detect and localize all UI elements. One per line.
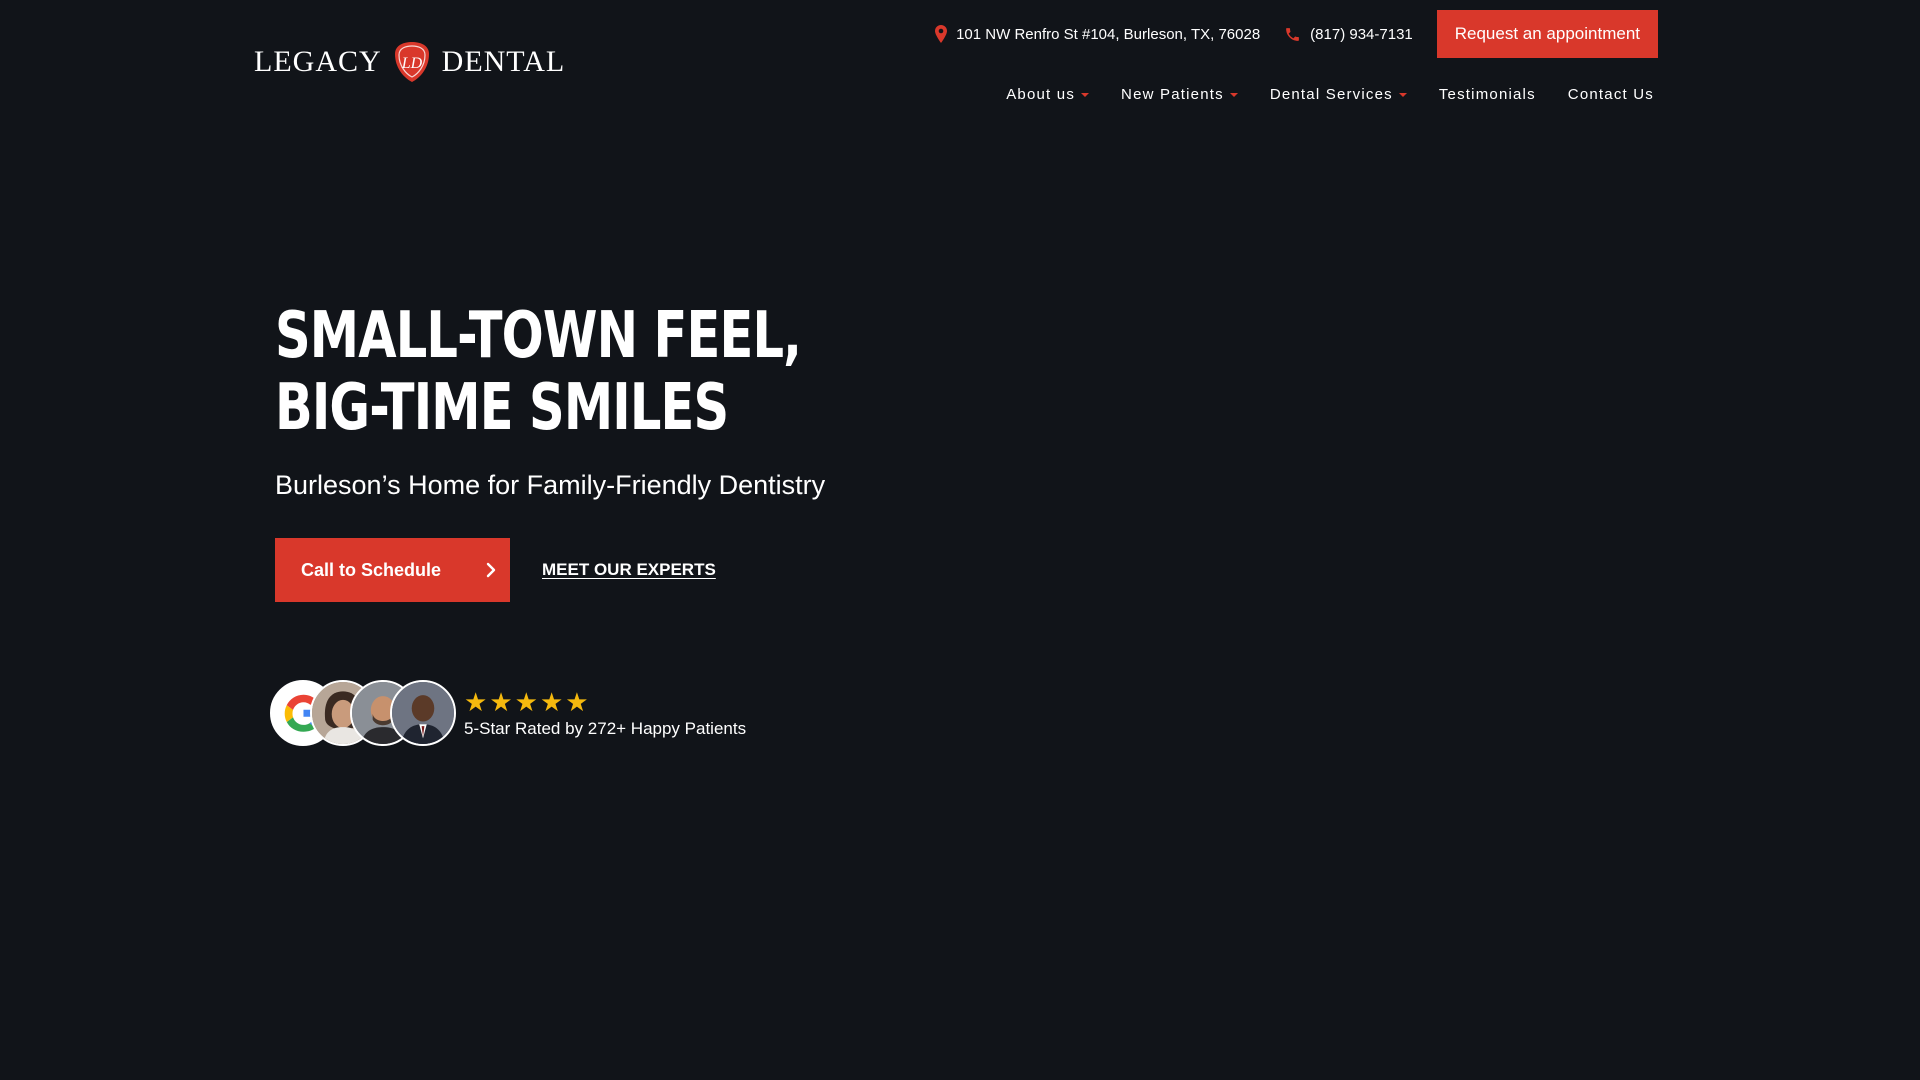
hero-title-line-1: SMALL-TOWN FEEL, <box>275 299 802 373</box>
nav-item-new-patients[interactable]: New Patients <box>1121 86 1238 103</box>
meet-our-experts-link[interactable]: MEET OUR EXPERTS <box>542 560 716 580</box>
nav-item-label: About us <box>1006 85 1076 103</box>
hero-subtitle: Burleson’s Home for Family-Friendly Dent… <box>275 470 826 500</box>
nav-item-testimonials[interactable]: Testimonials <box>1439 86 1536 103</box>
nav-item-label: Dental Services <box>1269 85 1393 103</box>
logo-text-left: LEGACY <box>254 45 382 78</box>
top-bar: 101 NW Renfro St #104, Burleson, TX, 760… <box>935 10 1658 58</box>
logo-text-right: DENTAL <box>441 45 566 78</box>
nav-item-label: Contact Us <box>1567 85 1654 103</box>
logo-monogram: LD <box>400 55 422 72</box>
rating-text: 5-Star Rated by 272+ Happy Patients <box>464 719 747 738</box>
nav-item-about[interactable]: About us <box>1006 85 1090 103</box>
nav-item-dental-services[interactable]: Dental Services <box>1270 86 1407 103</box>
map-pin-icon <box>935 25 948 43</box>
phone-icon <box>1286 27 1300 41</box>
nav-item-label: New Patients <box>1121 85 1224 103</box>
hero-title: SMALL-TOWN FEEL, BIG-TIME SMILES <box>275 300 894 444</box>
main-nav: About us New Patients Dental Services Te… <box>1006 82 1654 106</box>
nav-item-contact[interactable]: Contact Us <box>1568 86 1654 103</box>
tooth-shield-logo-icon: LD <box>394 42 429 82</box>
caret-down-icon <box>1081 92 1090 97</box>
reviews-badge[interactable]: ★ ★ ★ ★ ★ 5-Star Rated by 272+ Happy Pat… <box>270 680 746 748</box>
nav-item-label: Testimonials <box>1438 85 1536 103</box>
reviewer-avatar <box>390 680 456 746</box>
hero-cta-row: Call to Schedule MEET OUR EXPERTS <box>275 538 716 602</box>
reviewer-avatars <box>270 680 458 748</box>
phone-text: (817) 934-7131 <box>1310 25 1413 43</box>
star-icon: ★ <box>514 687 538 717</box>
star-icon: ★ <box>489 687 513 717</box>
rating-info: ★ ★ ★ ★ ★ 5-Star Rated by 272+ Happy Pat… <box>464 689 746 739</box>
call-to-schedule-button[interactable]: Call to Schedule <box>275 538 510 602</box>
star-icon: ★ <box>565 687 589 717</box>
star-rating: ★ ★ ★ ★ ★ <box>464 689 746 715</box>
request-appointment-button[interactable]: Request an appointment <box>1436 10 1658 58</box>
site-logo[interactable]: LEGACY LD DENTAL <box>254 40 565 84</box>
hero-section: SMALL-TOWN FEEL, BIG-TIME SMILES Burleso… <box>275 300 1075 501</box>
page: LEGACY LD DENTAL 101 NW Renfro St #104, … <box>0 0 1920 1080</box>
star-icon: ★ <box>464 687 488 717</box>
address-text: 101 NW Renfro St #104, Burleson, TX, 760… <box>956 25 1261 43</box>
address-link[interactable]: 101 NW Renfro St #104, Burleson, TX, 760… <box>935 25 1260 43</box>
call-to-schedule-label: Call to Schedule <box>301 559 442 580</box>
caret-down-icon <box>1398 92 1407 97</box>
phone-link[interactable]: (817) 934-7131 <box>1284 26 1413 43</box>
caret-down-icon <box>1229 92 1238 97</box>
star-icon: ★ <box>539 687 564 717</box>
hero-title-line-2: BIG-TIME SMILES <box>275 371 729 445</box>
chevron-right-icon <box>486 562 496 578</box>
